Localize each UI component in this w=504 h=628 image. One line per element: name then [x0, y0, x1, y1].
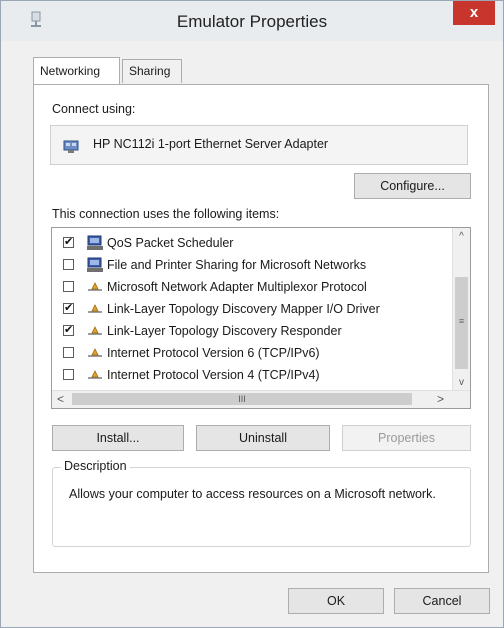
horizontal-scrollbar[interactable]: < III > — [52, 390, 470, 408]
scroll-left-icon[interactable]: < — [52, 391, 69, 408]
tab-sharing-label: Sharing — [129, 64, 171, 78]
protocol-icon — [88, 304, 102, 313]
protocol-icon — [88, 326, 102, 335]
tab-networking-label: Networking — [40, 64, 101, 78]
scroll-right-icon[interactable]: > — [432, 391, 449, 408]
uninstall-button[interactable]: Uninstall — [196, 425, 330, 451]
scroll-down-icon[interactable]: v — [453, 374, 470, 391]
network-client-icon — [87, 235, 103, 250]
network-adapter-icon — [63, 140, 79, 153]
description-group: Description Allows your computer to acce… — [52, 459, 471, 547]
list-item[interactable]: ✔ QoS Packet Scheduler — [52, 232, 452, 254]
list-item[interactable]: ✔ Link-Layer Topology Discovery Responde… — [52, 320, 452, 342]
list-item[interactable]: Microsoft Network Adapter Multiplexor Pr… — [52, 276, 452, 298]
close-button[interactable]: x — [453, 1, 495, 25]
list-item[interactable]: Internet Protocol Version 4 (TCP/IPv4) — [52, 364, 452, 386]
connect-using-label: Connect using: — [52, 102, 136, 116]
network-client-icon — [87, 257, 103, 272]
checkbox-checked[interactable]: ✔ — [63, 303, 74, 314]
item-label: QoS Packet Scheduler — [107, 236, 234, 250]
checkbox-checked[interactable]: ✔ — [63, 237, 74, 248]
tab-sharing[interactable]: Sharing — [122, 59, 182, 83]
checkbox-unchecked[interactable] — [63, 369, 74, 380]
protocol-icon — [88, 282, 102, 291]
vertical-scroll-thumb[interactable]: ≡ — [455, 277, 468, 369]
scroll-up-icon[interactable]: ^ — [453, 228, 470, 245]
items-label: This connection uses the following items… — [52, 207, 280, 221]
install-button[interactable]: Install... — [52, 425, 184, 451]
title-bar[interactable]: Emulator Properties x — [1, 1, 503, 41]
item-label: Link-Layer Topology Discovery Responder — [107, 324, 342, 338]
description-title: Description — [61, 459, 130, 473]
description-text: Allows your computer to access resources… — [69, 487, 436, 501]
cancel-button[interactable]: Cancel — [394, 588, 490, 614]
checkbox-unchecked[interactable] — [63, 347, 74, 358]
checkbox-unchecked[interactable] — [63, 281, 74, 292]
adapter-field: HP NC112i 1-port Ethernet Server Adapter — [50, 125, 468, 165]
checkbox-unchecked[interactable] — [63, 259, 74, 270]
adapter-name: HP NC112i 1-port Ethernet Server Adapter — [93, 137, 329, 151]
item-label: File and Printer Sharing for Microsoft N… — [107, 258, 367, 272]
list-item[interactable]: File and Printer Sharing for Microsoft N… — [52, 254, 452, 276]
window-title: Emulator Properties — [176, 12, 328, 31]
item-label: Internet Protocol Version 4 (TCP/IPv4) — [107, 368, 320, 382]
list-item[interactable]: ✔ Link-Layer Topology Discovery Mapper I… — [52, 298, 452, 320]
horizontal-scroll-thumb[interactable]: III — [72, 393, 412, 405]
checkbox-checked[interactable]: ✔ — [63, 325, 74, 336]
list-item[interactable]: Internet Protocol Version 6 (TCP/IPv6) — [52, 342, 452, 364]
tab-networking[interactable]: Networking — [33, 57, 120, 84]
item-label: Internet Protocol Version 6 (TCP/IPv6) — [107, 346, 320, 360]
protocol-icon — [88, 348, 102, 357]
grip-icon: ≡ — [458, 316, 465, 326]
items-list[interactable]: ✔ QoS Packet Scheduler File and Printer … — [51, 227, 471, 409]
properties-button[interactable]: Properties — [342, 425, 471, 451]
configure-button[interactable]: Configure... — [354, 173, 471, 199]
close-icon: x — [469, 4, 479, 21]
protocol-icon — [88, 370, 102, 379]
item-label: Link-Layer Topology Discovery Mapper I/O… — [107, 302, 380, 316]
vertical-scrollbar[interactable]: ^ ≡ v — [452, 228, 470, 391]
ok-button[interactable]: OK — [288, 588, 384, 614]
properties-window: Emulator Properties x Networking Sharing… — [0, 0, 504, 628]
item-label: Microsoft Network Adapter Multiplexor Pr… — [107, 280, 367, 294]
